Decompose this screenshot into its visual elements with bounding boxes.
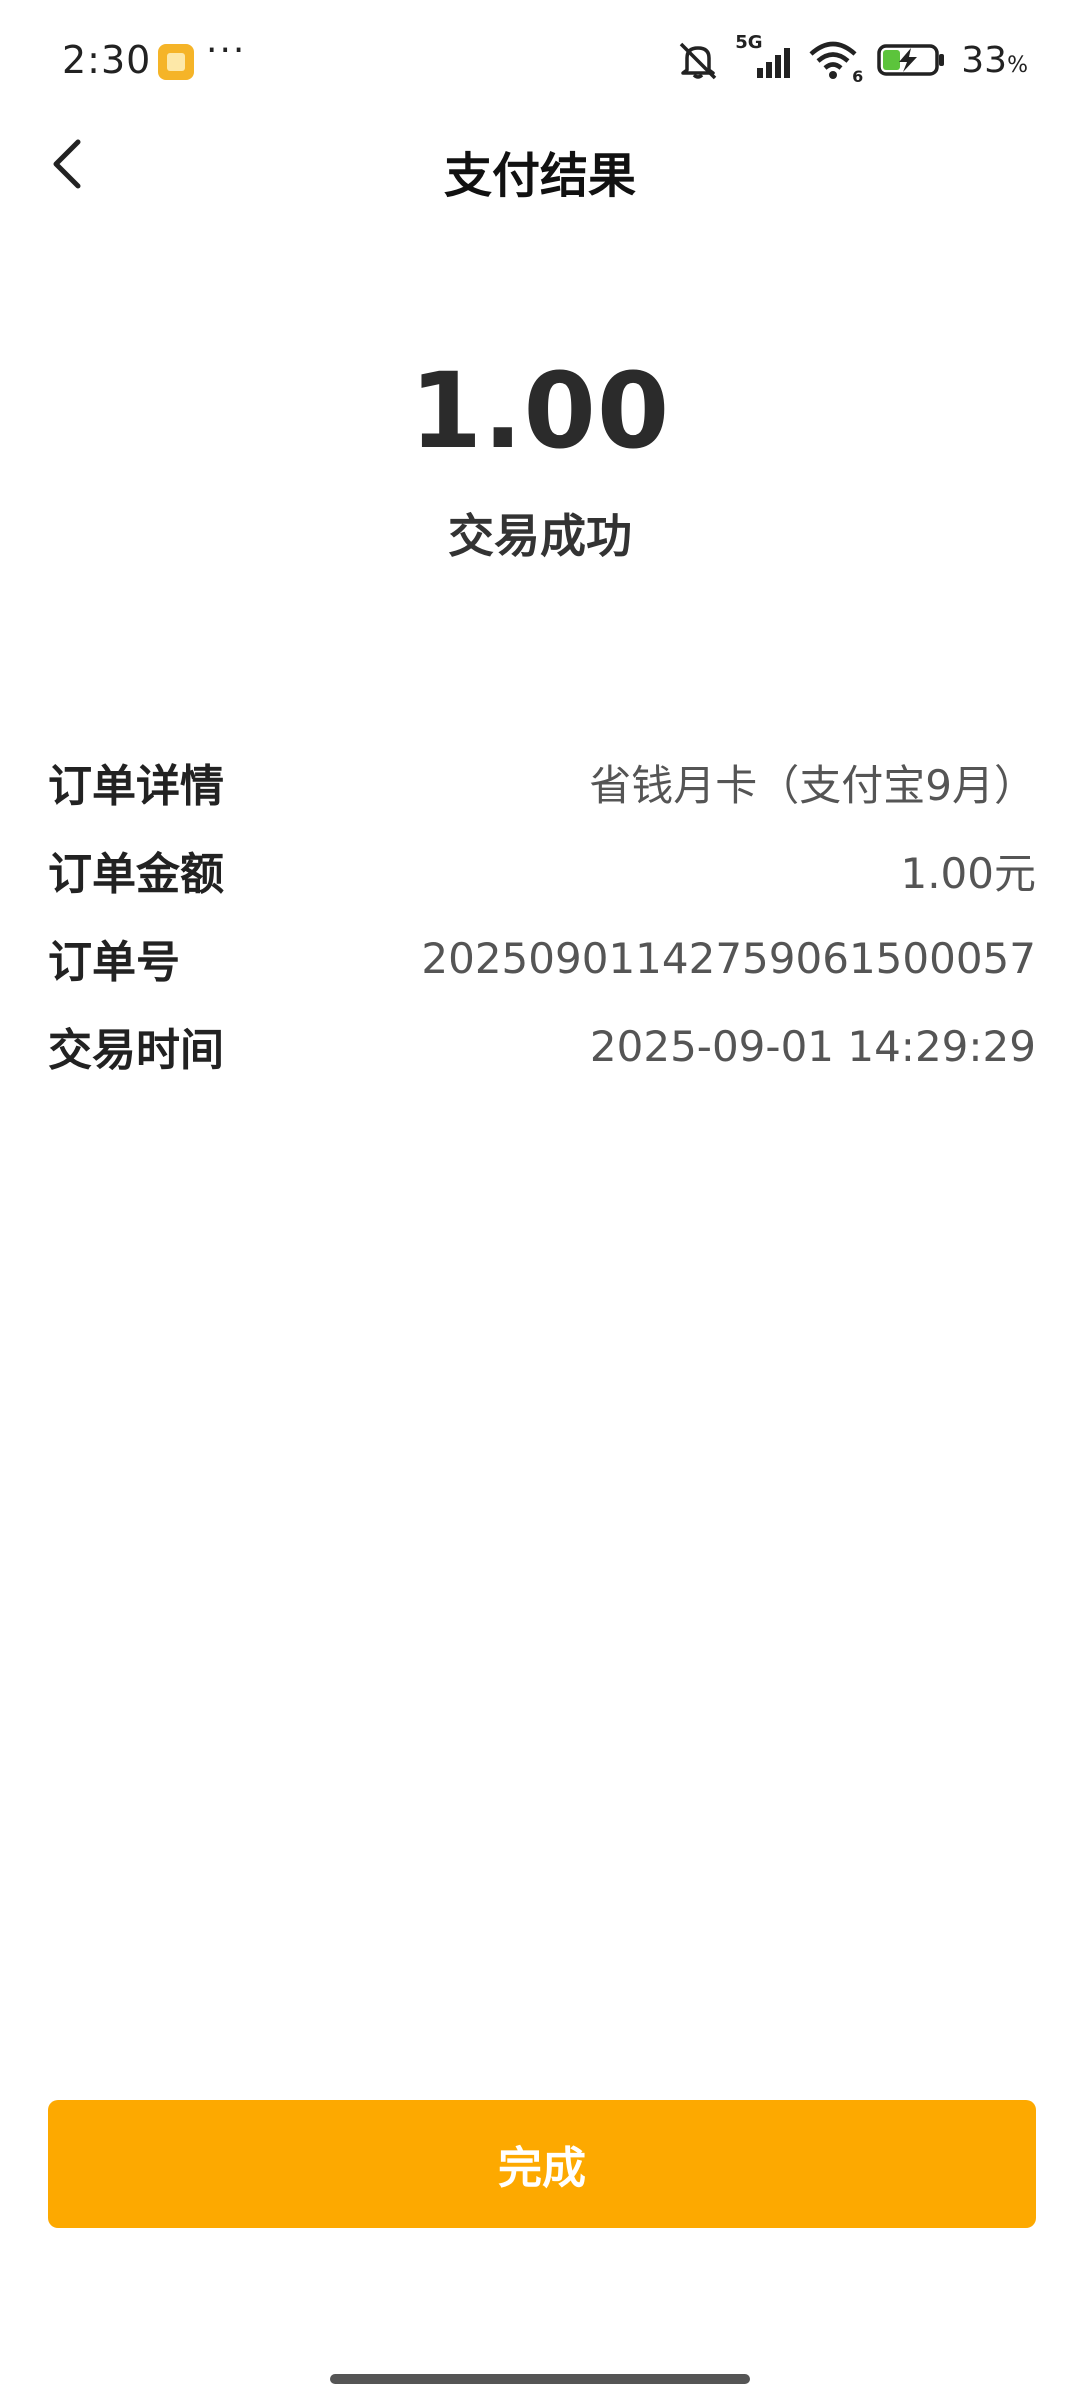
detail-value: 1.00元 (900, 848, 1036, 898)
detail-row-order-info: 订单详情 省钱月卡（支付宝9月） (48, 738, 1036, 826)
detail-label: 订单金额 (48, 849, 224, 900)
detail-row-order-amount: 订单金额 1.00元 (48, 826, 1036, 914)
detail-row-transaction-time: 交易时间 2025-09-01 14:29:29 (48, 1002, 1036, 1090)
done-button[interactable]: 完成 (48, 2100, 1036, 2228)
home-indicator[interactable] (330, 2374, 750, 2384)
detail-value: 20250901142759061500057 (421, 933, 1036, 983)
status-icons: 5G 6 33% (675, 32, 1028, 86)
status-time: 2:30 (62, 38, 152, 82)
app-header: 支付结果 (0, 124, 1080, 208)
detail-label: 交易时间 (48, 1025, 224, 1076)
payment-amount: 1.00 (409, 350, 671, 472)
transaction-status: 交易成功 (448, 509, 632, 563)
wifi-icon: 6 (809, 38, 863, 86)
battery-level: 33% (961, 39, 1028, 81)
more-notifications-icon: ··· (206, 30, 247, 71)
detail-value: 2025-09-01 14:29:29 (589, 1021, 1036, 1071)
page-title: 支付结果 (443, 148, 636, 204)
detail-row-order-number: 订单号 20250901142759061500057 (48, 914, 1036, 1002)
wifi-label: 6 (852, 67, 864, 86)
signal-icon: 5G (735, 32, 795, 82)
detail-label: 订单号 (48, 937, 180, 988)
done-button-label: 完成 (498, 2143, 586, 2194)
order-details: 订单详情 省钱月卡（支付宝9月） 订单金额 1.00元 订单号 20250901… (48, 738, 1036, 1090)
status-bar: 2:30 ··· 5G 6 33% (0, 0, 1080, 124)
battery-charging-icon (877, 40, 947, 80)
app-notification-icon (158, 44, 194, 80)
detail-value: 省钱月卡（支付宝9月） (589, 760, 1036, 810)
mute-icon (675, 40, 721, 80)
detail-label: 订单详情 (48, 761, 224, 812)
